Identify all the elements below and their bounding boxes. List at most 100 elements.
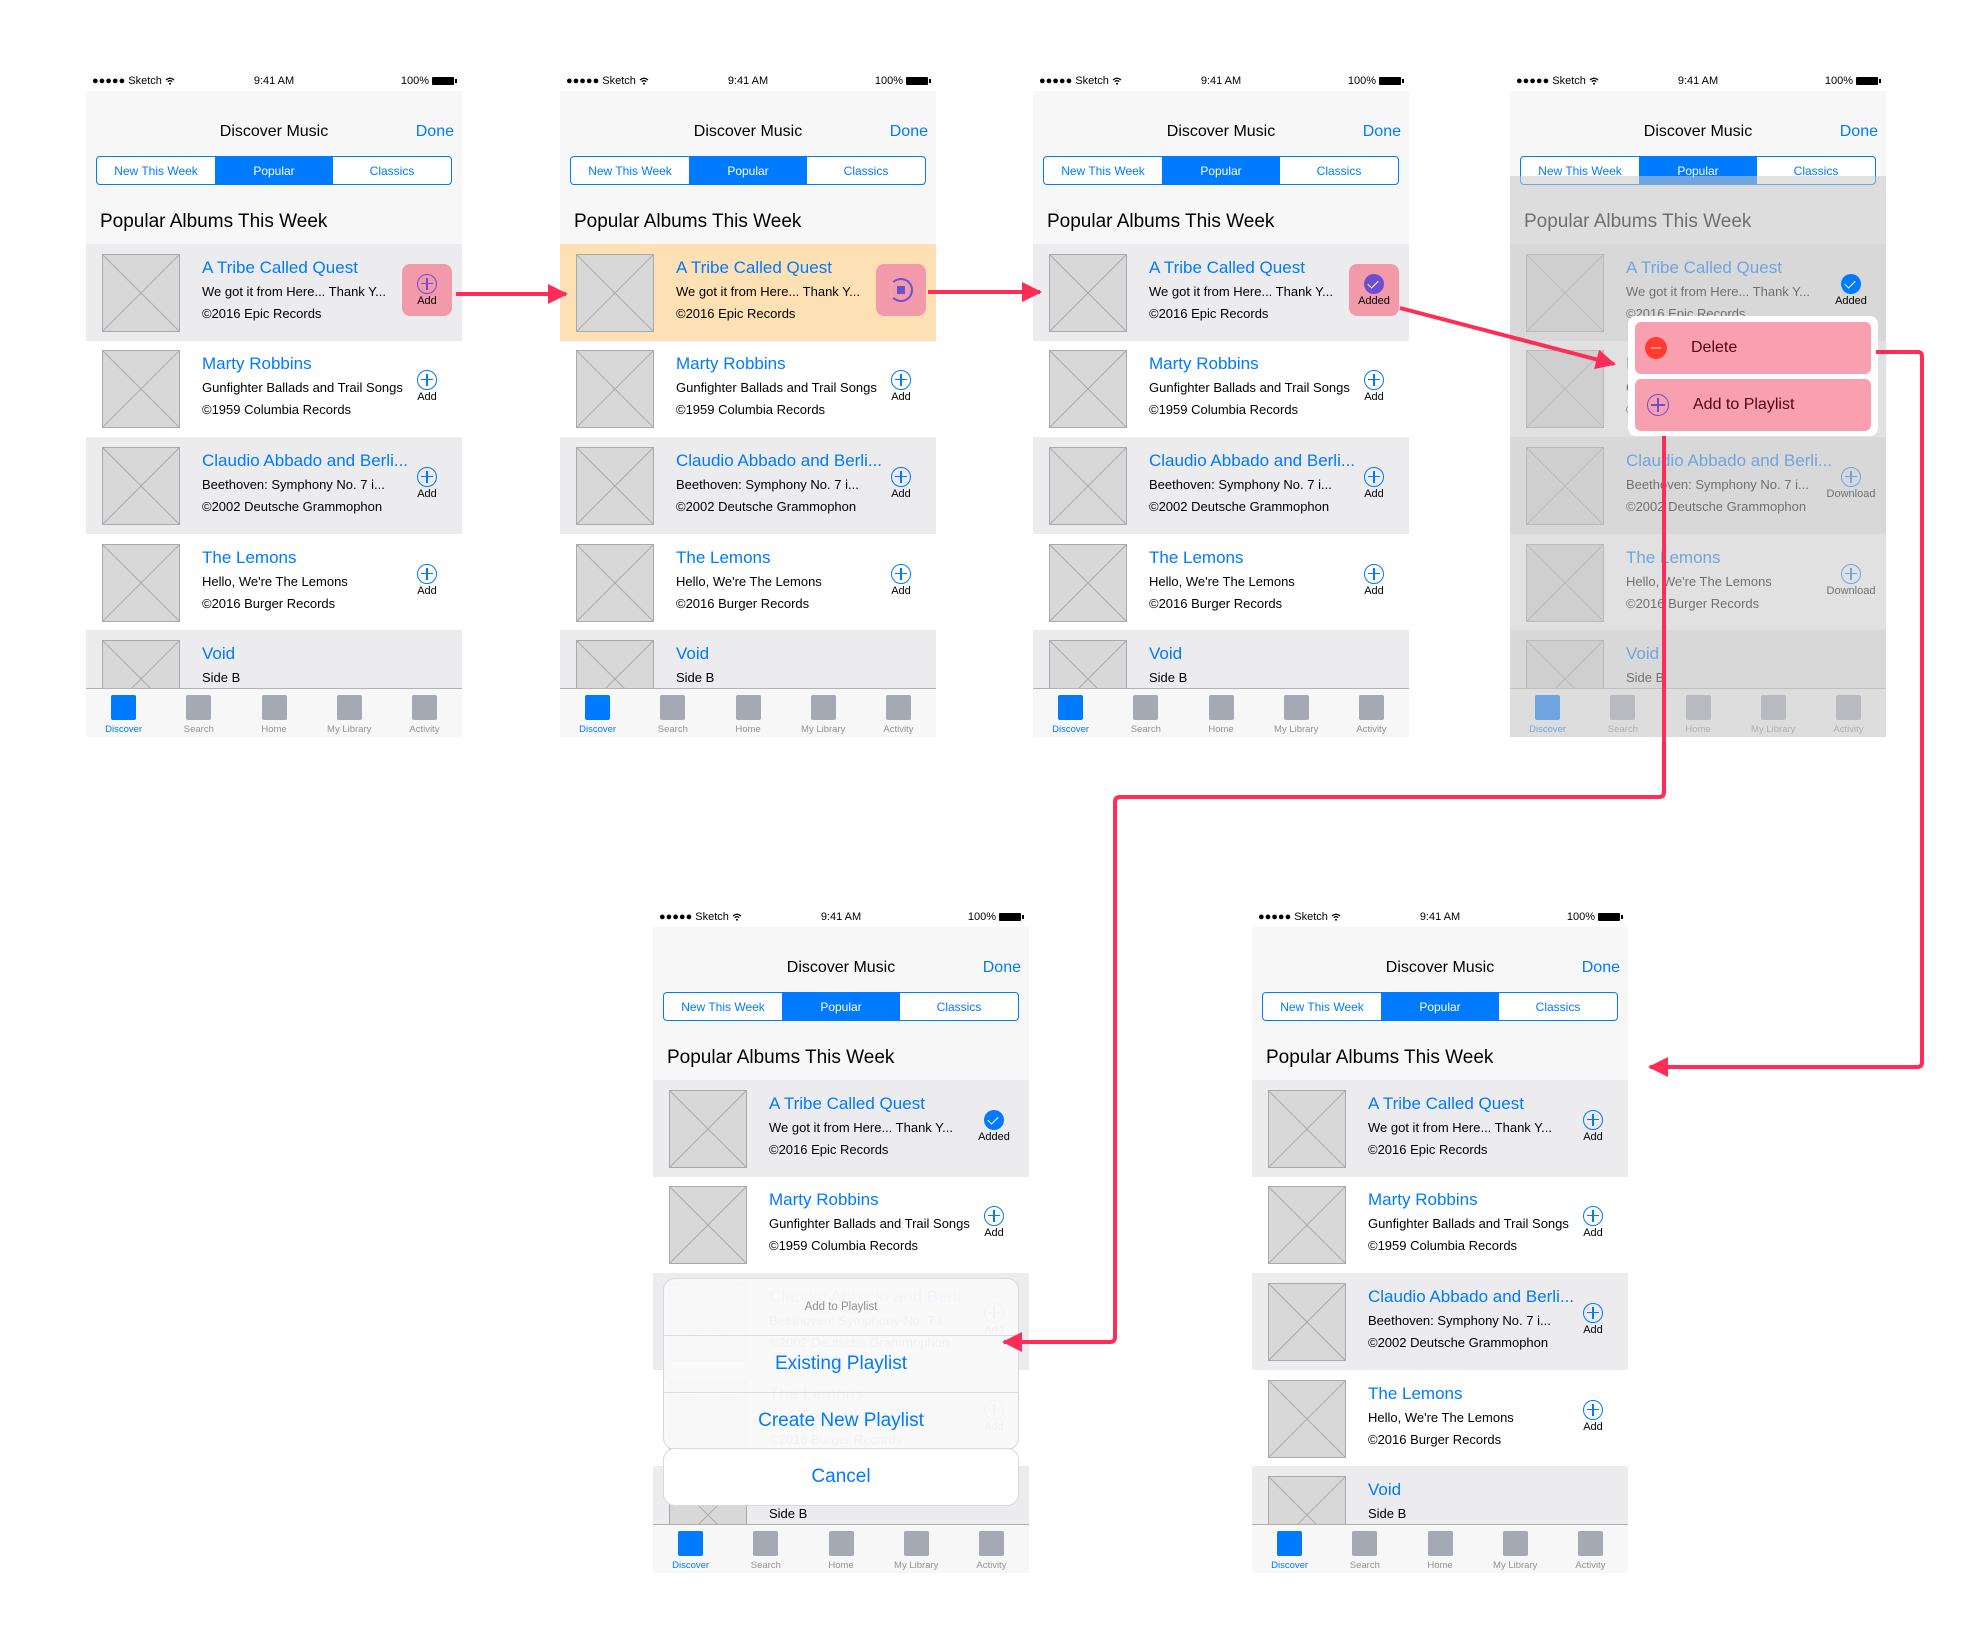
add-button[interactable]: Add	[1349, 554, 1399, 606]
tab-search[interactable]: Search	[635, 689, 710, 737]
album-row[interactable]: Marty Robbins Gunfighter Ballads and Trai…	[560, 340, 936, 437]
segment-classics[interactable]: Classics	[1499, 993, 1617, 1020]
tab-activity[interactable]: Activity	[861, 689, 936, 737]
tab-discover[interactable]: Discover	[560, 689, 635, 737]
tab-my-library[interactable]: My Library	[1259, 689, 1334, 737]
added-button[interactable]: Added	[1349, 264, 1399, 316]
tab-home[interactable]: Home	[710, 689, 785, 737]
album-row[interactable]: A Tribe Called Quest We got it from Here.…	[653, 1080, 1029, 1177]
section-header: Popular Albums This Week	[653, 1031, 1029, 1080]
segment-classics[interactable]: Classics	[1280, 157, 1398, 184]
added-button[interactable]: Added	[1826, 264, 1876, 316]
segment-new-this-week[interactable]: New This Week	[1263, 993, 1381, 1020]
segment-new-this-week[interactable]: New This Week	[571, 157, 689, 184]
tab-activity[interactable]: Activity	[1334, 689, 1409, 737]
album-row[interactable]: A Tribe Called Quest We got it from Here.…	[560, 244, 936, 341]
tab-discover[interactable]: Discover	[1033, 689, 1108, 737]
added-button[interactable]: Added	[969, 1100, 1019, 1152]
tab-my-library[interactable]: My Library	[312, 689, 387, 737]
segment-classics[interactable]: Classics	[900, 993, 1018, 1020]
segment-popular[interactable]: Popular	[782, 993, 900, 1020]
done-button[interactable]: Done	[1840, 123, 1878, 141]
done-button[interactable]: Done	[890, 123, 928, 141]
tab-discover[interactable]: Discover	[1252, 1525, 1327, 1573]
add-button[interactable]	[876, 264, 926, 316]
add-button[interactable]: Add	[876, 457, 926, 509]
done-button[interactable]: Done	[1363, 123, 1401, 141]
album-row[interactable]: Marty Robbins Gunfighter Ballads and Trai…	[653, 1176, 1029, 1273]
tab-my-library[interactable]: My Library	[1478, 1525, 1553, 1573]
album-title: Gunfighter Ballads and Trail Songs	[202, 380, 403, 395]
tab-my-library[interactable]: My Library	[879, 1525, 954, 1573]
segment-popular[interactable]: Popular	[1162, 157, 1280, 184]
segment-classics[interactable]: Classics	[807, 157, 925, 184]
segment-popular[interactable]: Popular	[215, 157, 333, 184]
tab-activity[interactable]: Activity	[387, 689, 462, 737]
dim-overlay[interactable]	[1510, 176, 1886, 737]
cancel-button[interactable]: Cancel	[664, 1449, 1018, 1505]
album-label: ©1959 Columbia Records	[676, 402, 826, 417]
add-button[interactable]: Add	[1349, 360, 1399, 412]
album-row[interactable]: Marty Robbins Gunfighter Ballads and Trai…	[1252, 1176, 1628, 1273]
tab-activity[interactable]: Activity	[954, 1525, 1029, 1573]
album-row[interactable]: Marty Robbins Gunfighter Ballads and Trai…	[86, 340, 462, 437]
tab-activity[interactable]: Activity	[1553, 1525, 1628, 1573]
tab-search[interactable]: Search	[1108, 689, 1183, 737]
add-button[interactable]: Add	[1568, 1196, 1618, 1248]
album-row[interactable]: Claudio Abbado and Berli... Beethoven: Sy…	[560, 437, 936, 534]
tab-search[interactable]: Search	[728, 1525, 803, 1573]
segment-new-this-week[interactable]: New This Week	[1044, 157, 1162, 184]
album-row[interactable]: The Lemons Hello, We're The Lemons ©2016 B…	[1033, 534, 1409, 631]
add-button[interactable]: Add	[876, 360, 926, 412]
album-row[interactable]: The Lemons Hello, We're The Lemons ©2016 B…	[560, 534, 936, 631]
tab-label: My Library	[801, 724, 846, 735]
segment-new-this-week[interactable]: New This Week	[97, 157, 215, 184]
add-button[interactable]: Add	[969, 1196, 1019, 1248]
done-button[interactable]: Done	[416, 123, 454, 141]
tab-home[interactable]: Home	[1183, 689, 1258, 737]
tab-discover[interactable]: Discover	[653, 1525, 728, 1573]
tab-home[interactable]: Home	[236, 689, 311, 737]
create-new-playlist-button[interactable]: Create New Playlist	[664, 1392, 1018, 1449]
tab-my-library[interactable]: My Library	[786, 689, 861, 737]
tab-home[interactable]: Home	[1402, 1525, 1477, 1573]
album-row[interactable]: Claudio Abbado and Berli... Beethoven: Sy…	[1252, 1273, 1628, 1370]
album-row[interactable]: Marty Robbins Gunfighter Ballads and Trai…	[1033, 340, 1409, 437]
done-button[interactable]: Done	[1582, 959, 1620, 977]
album-artist: A Tribe Called Quest	[1368, 1094, 1524, 1113]
action-sheet: Add to Playlist Existing Playlist Create N…	[663, 1278, 1019, 1450]
add-button[interactable]: Add	[876, 554, 926, 606]
tab-search[interactable]: Search	[161, 689, 236, 737]
battery-indicator: 100%	[875, 75, 931, 87]
add-button[interactable]: Add	[1568, 1293, 1618, 1345]
album-row[interactable]: The Lemons Hello, We're The Lemons ©2016 B…	[1252, 1370, 1628, 1467]
tab-home[interactable]: Home	[803, 1525, 878, 1573]
add-button[interactable]: Add	[402, 554, 452, 606]
context-menu: Delete Add to Playlist	[1628, 316, 1878, 436]
add-button[interactable]: Add	[402, 264, 452, 316]
segment-popular[interactable]: Popular	[1381, 993, 1499, 1020]
segment-popular[interactable]: Popular	[689, 157, 807, 184]
album-row[interactable]: Claudio Abbado and Berli... Beethoven: Sy…	[86, 437, 462, 534]
existing-playlist-button[interactable]: Existing Playlist	[664, 1336, 1018, 1392]
tab-discover[interactable]: Discover	[86, 689, 161, 737]
tab-search[interactable]: Search	[1327, 1525, 1402, 1573]
page-title: Discover Music	[693, 123, 803, 140]
segment-classics[interactable]: Classics	[333, 157, 451, 184]
album-row[interactable]: Claudio Abbado and Berli... Beethoven: Sy…	[1033, 437, 1409, 534]
album-row[interactable]: A Tribe Called Quest We got it from Here.…	[1033, 244, 1409, 341]
add-button[interactable]: Add	[402, 457, 452, 509]
action-label: Add	[1364, 584, 1384, 597]
album-row[interactable]: A Tribe Called Quest We got it from Here.…	[1252, 1080, 1628, 1177]
delete-menu-item[interactable]: Delete	[1635, 322, 1871, 374]
segment-new-this-week[interactable]: New This Week	[664, 993, 782, 1020]
album-row[interactable]: The Lemons Hello, We're The Lemons ©2016 B…	[86, 534, 462, 631]
section-title: Popular Albums This Week	[100, 211, 328, 232]
add-to-playlist-menu-item[interactable]: Add to Playlist	[1635, 379, 1871, 431]
add-button[interactable]: Add	[402, 360, 452, 412]
add-button[interactable]: Add	[1568, 1390, 1618, 1442]
done-button[interactable]: Done	[983, 959, 1021, 977]
add-button[interactable]: Add	[1349, 457, 1399, 509]
add-button[interactable]: Add	[1568, 1100, 1618, 1152]
album-row[interactable]: A Tribe Called Quest We got it from Here.…	[86, 244, 462, 341]
